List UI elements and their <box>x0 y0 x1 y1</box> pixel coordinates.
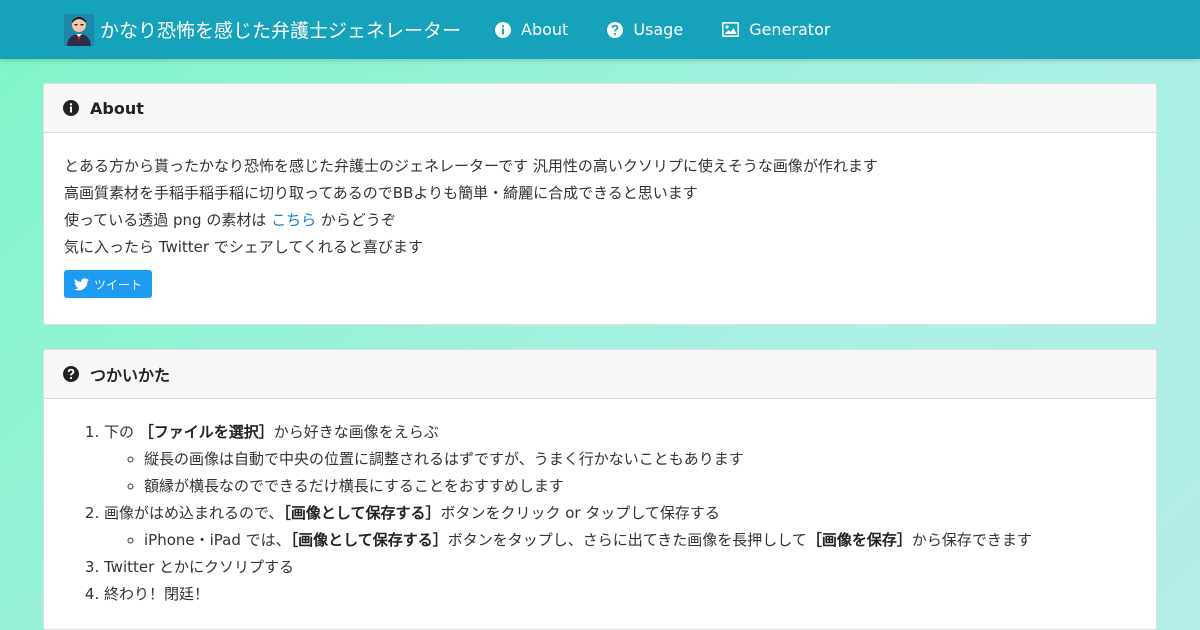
usage-steps: 下の ［ファイルを選択］から好きな画像をえらぶ 縦長の画像は自動で中央の位置に調… <box>64 419 1136 608</box>
nav-generator[interactable]: Generator <box>722 20 830 39</box>
nav-usage-label: Usage <box>633 20 684 39</box>
usage-card: つかいかた 下の ［ファイルを選択］から好きな画像をえらぶ 縦長の画像は自動で中… <box>43 349 1157 630</box>
tweet-button-label: ツイート <box>94 277 143 292</box>
nav-generator-label: Generator <box>749 20 831 39</box>
step-2-sub-post: から保存できます <box>911 531 1032 549</box>
usage-card-header: つかいかた <box>44 350 1156 399</box>
step-1-sub-2: 額縁が横長なのでできるだけ横長にすることをおすすめします <box>144 473 1136 500</box>
step-2-sub-bold-2: ［画像を保存］ <box>806 531 912 549</box>
step-1: 下の ［ファイルを選択］から好きな画像をえらぶ 縦長の画像は自動で中央の位置に調… <box>104 419 1136 500</box>
brand-title: かなり恐怖を感じた弁護士ジェネレーター <box>100 20 462 42</box>
step-1-sub-1: 縦長の画像は自動で中央の位置に調整されるはずですが、うまく行かないこともあります <box>144 446 1136 473</box>
twitter-bird-icon <box>74 277 89 290</box>
question-circle-icon <box>63 366 79 382</box>
question-circle-icon <box>607 21 624 38</box>
step-1-bold: ［ファイルを選択］ <box>138 423 274 441</box>
step-2-pre: 画像がはめ込まれるので、 <box>104 504 284 522</box>
step-1-subs: 縦長の画像は自動で中央の位置に調整されるはずですが、うまく行かないこともあります… <box>104 446 1136 500</box>
about-card-body: とある方から貰ったかなり恐怖を感じた弁護士のジェネレーターです 汎用性の高いクソ… <box>44 133 1156 318</box>
step-1-pre: 下の <box>104 423 139 441</box>
step-2-sub-mid: ボタンをタップし、さらに出てきた画像を長押しして <box>447 531 807 549</box>
about-line-4: 気に入ったら Twitter でシェアしてくれると喜びます <box>64 238 423 256</box>
step-2-sub-1: iPhone・iPad では、［画像として保存する］ボタンをタップし、さらに出て… <box>144 527 1136 554</box>
info-circle-icon <box>495 21 512 38</box>
usage-card-body: 下の ［ファイルを選択］から好きな画像をえらぶ 縦長の画像は自動で中央の位置に調… <box>44 399 1156 628</box>
info-circle-icon <box>63 100 79 116</box>
lawyer-avatar-icon <box>64 13 94 46</box>
nav-about-label: About <box>521 20 569 39</box>
tweet-button[interactable]: ツイート <box>64 270 153 298</box>
about-card: About とある方から貰ったかなり恐怖を感じた弁護士のジェネレーターです 汎用… <box>43 83 1157 325</box>
about-line-3-post: からどうぞ <box>316 211 396 229</box>
about-line-1: とある方から貰ったかなり恐怖を感じた弁護士のジェネレーターです 汎用性の高いクソ… <box>64 157 878 175</box>
step-2-post: ボタンをクリック or タップして保存する <box>440 504 720 522</box>
step-2-subs: iPhone・iPad では、［画像として保存する］ボタンをタップし、さらに出て… <box>104 527 1136 554</box>
step-2-sub-bold-1: ［画像として保存する］ <box>290 531 448 549</box>
navbar: かなり恐怖を感じた弁護士ジェネレーター About Usage Generato… <box>0 0 1200 59</box>
about-line-3: 使っている透過 png の素材は こちら からどうぞ <box>64 207 1136 234</box>
step-1-post: から好きな画像をえらぶ <box>273 423 439 441</box>
image-icon <box>722 22 740 37</box>
step-4: 終わり！閉廷！ <box>104 581 1136 608</box>
step-2: 画像がはめ込まれるので、［画像として保存する］ボタンをクリック or タップして… <box>104 500 1136 554</box>
step-2-sub-pre: iPhone・iPad では、 <box>144 531 291 549</box>
usage-title: つかいかた <box>90 366 171 385</box>
nav-usage[interactable]: Usage <box>607 20 683 39</box>
about-title: About <box>90 98 144 118</box>
step-2-bold: ［画像として保存する］ <box>283 504 441 522</box>
nav-about[interactable]: About <box>495 20 568 39</box>
about-card-header: About <box>44 84 1156 133</box>
assets-link[interactable]: こちら <box>271 211 316 229</box>
brand-link[interactable]: かなり恐怖を感じた弁護士ジェネレーター <box>64 13 462 46</box>
about-line-3-pre: 使っている透過 png の素材は <box>64 211 272 229</box>
about-line-2: 高画質素材を手稲手稲手稲に切り取ってあるのでBBよりも簡単・綺麗に合成できると思… <box>64 184 698 202</box>
step-3: Twitter とかにクソリプする <box>104 554 1136 581</box>
